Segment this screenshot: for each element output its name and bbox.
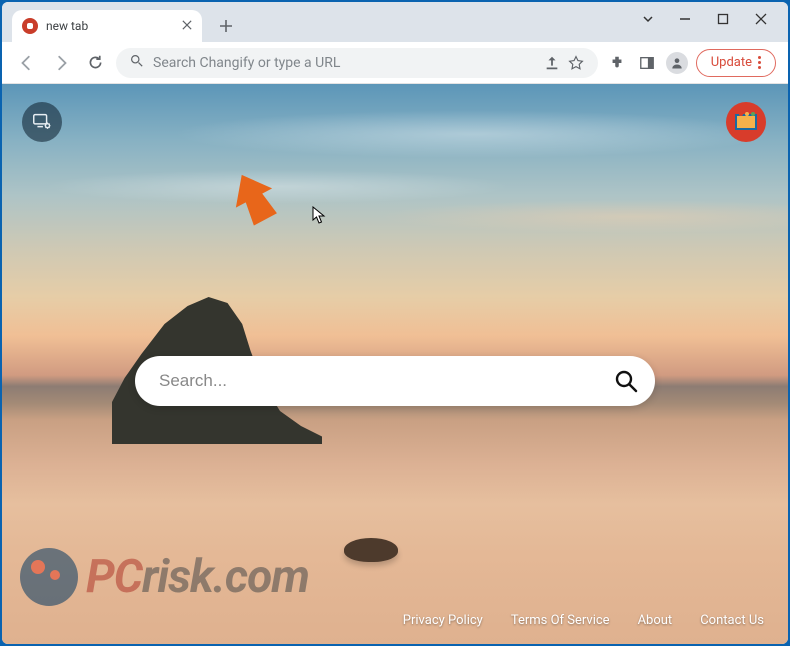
reload-button[interactable] bbox=[82, 50, 108, 76]
titlebar: new tab bbox=[2, 2, 788, 42]
beach-rock bbox=[344, 538, 398, 562]
bookmark-star-icon[interactable] bbox=[568, 55, 584, 71]
omnibox[interactable]: Search Changify or type a URL bbox=[116, 48, 598, 78]
extensions-icon[interactable] bbox=[606, 55, 628, 71]
active-tab[interactable]: new tab bbox=[12, 10, 202, 42]
footer-links: Privacy Policy Terms Of Service About Co… bbox=[403, 613, 764, 628]
search-icon bbox=[614, 369, 638, 393]
toolbar-right: Update bbox=[606, 49, 776, 77]
tab-title: new tab bbox=[46, 19, 88, 33]
new-tab-page: Privacy Policy Terms Of Service About Co… bbox=[2, 84, 788, 644]
extension-window-icon bbox=[735, 114, 757, 130]
update-label: Update bbox=[711, 55, 752, 70]
tab-favicon-icon bbox=[22, 18, 38, 34]
more-menu-icon bbox=[758, 56, 761, 69]
footer-terms-link[interactable]: Terms Of Service bbox=[511, 613, 610, 628]
omnibox-placeholder: Search Changify or type a URL bbox=[153, 55, 340, 71]
footer-privacy-link[interactable]: Privacy Policy bbox=[403, 613, 483, 628]
toolbar: Search Changify or type a URL Upd bbox=[2, 42, 788, 84]
page-search-input[interactable] bbox=[159, 371, 609, 391]
monitor-gear-icon bbox=[31, 111, 53, 133]
extension-badge-button[interactable] bbox=[726, 102, 766, 142]
browser-window: new tab bbox=[2, 2, 788, 644]
tab-close-button[interactable] bbox=[182, 18, 192, 34]
back-button[interactable] bbox=[14, 50, 40, 76]
share-icon[interactable] bbox=[544, 55, 560, 71]
page-settings-button[interactable] bbox=[22, 102, 62, 142]
page-search-submit[interactable] bbox=[609, 364, 643, 398]
footer-contact-link[interactable]: Contact Us bbox=[700, 613, 764, 628]
page-search-bar[interactable] bbox=[135, 356, 655, 406]
search-icon bbox=[130, 54, 143, 71]
new-tab-button[interactable] bbox=[212, 12, 240, 40]
window-minimize-button[interactable] bbox=[666, 4, 704, 34]
window-controls bbox=[630, 2, 780, 36]
window-maximize-button[interactable] bbox=[704, 4, 742, 34]
tab-search-button[interactable] bbox=[630, 4, 666, 34]
side-panel-icon[interactable] bbox=[636, 55, 658, 71]
update-button[interactable]: Update bbox=[696, 49, 776, 77]
profile-avatar[interactable] bbox=[666, 52, 688, 74]
window-close-button[interactable] bbox=[742, 4, 780, 34]
forward-button[interactable] bbox=[48, 50, 74, 76]
footer-about-link[interactable]: About bbox=[638, 613, 673, 628]
